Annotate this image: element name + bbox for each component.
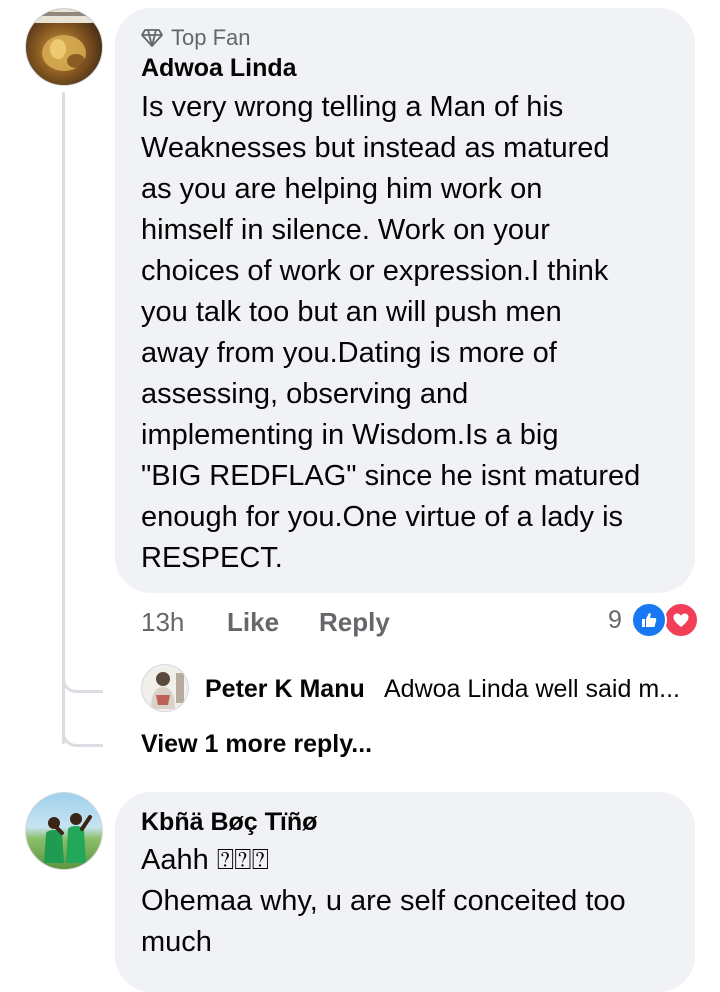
comment-line: Is very wrong telling a Man of his (141, 91, 564, 123)
comment-line: Weaknesses but instead as matured (141, 132, 610, 164)
like-icon (631, 602, 667, 638)
avatar-photo (142, 665, 188, 711)
thread-branch-1 (62, 662, 103, 693)
comment-author[interactable]: Adwoa Linda (141, 54, 297, 83)
avatar-kbna-boc-tino[interactable] (25, 792, 103, 870)
comment-line: himself in silence. Work on your (141, 214, 550, 246)
thread-branch-2 (62, 716, 103, 747)
avatar-photo (44, 813, 92, 863)
comment-line: away from you.Dating is more of (141, 337, 557, 369)
comment-line: as you are helping him work on (141, 173, 543, 205)
reply-button[interactable]: Reply (319, 607, 390, 638)
reply-preview[interactable]: Peter K Manu Adwoa Linda well said m... (141, 664, 701, 712)
comment-line: assessing, observing and (141, 378, 469, 410)
badge-label: Top Fan (171, 25, 251, 50)
comment-line: Aahh ⍰⍰⍰ (141, 844, 269, 876)
reaction-count: 9 (608, 606, 622, 634)
avatar-photo (26, 9, 102, 71)
comment-line: RESPECT. (141, 542, 283, 574)
top-fan-badge: Top Fan (141, 25, 251, 51)
comment-line: enough for you.One virtue of a lady is (141, 501, 624, 533)
reply-author[interactable]: Peter K Manu (205, 675, 365, 704)
comment-line: Ohemaa why, u are self conceited too (141, 885, 626, 917)
comment-line: implementing in Wisdom.Is a big (141, 419, 559, 451)
avatar-peter-k-manu (141, 664, 189, 712)
thread-line (62, 92, 65, 744)
comment-author[interactable]: Kbñä Bøç Tïñø (141, 808, 317, 837)
comment-timestamp[interactable]: 13h (141, 607, 184, 638)
love-icon (663, 602, 699, 638)
comment-line: you talk too but an will push men (141, 296, 562, 328)
reactions-summary[interactable]: 9 (600, 600, 700, 640)
avatar-adwoa-linda[interactable] (25, 8, 103, 86)
diamond-icon (141, 29, 163, 47)
like-button[interactable]: Like (227, 607, 279, 638)
reply-text: Adwoa Linda well said m... (384, 675, 680, 703)
comment-line: choices of work or expression.I think (141, 255, 609, 287)
comment-line: "BIG REDFLAG" since he isnt matured (141, 460, 641, 492)
comment-line: much (141, 926, 212, 958)
view-more-replies-link[interactable]: View 1 more reply... (141, 730, 372, 759)
